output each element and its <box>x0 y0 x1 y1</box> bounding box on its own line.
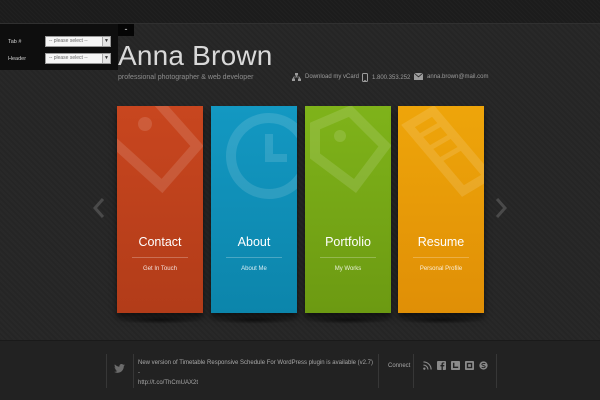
rss-icon[interactable] <box>423 361 432 370</box>
tab-select-value: -- please select -- <box>49 38 88 44</box>
phone-number: 1.800.353.252 <box>372 74 411 81</box>
footer-divider <box>133 354 134 388</box>
linkedin-icon[interactable] <box>465 361 474 370</box>
card-divider <box>132 257 188 258</box>
panel-toggle-button[interactable]: - <box>118 24 134 36</box>
connect-label: Connect <box>388 363 411 369</box>
tweet-text: New version of Timetable Responsive Sche… <box>138 360 373 376</box>
card-shadow <box>211 316 297 324</box>
footer-divider <box>496 354 497 388</box>
envelope-icon <box>414 73 423 80</box>
site-title: Anna Brown <box>118 40 273 71</box>
email-link[interactable]: anna.brown@mail.com <box>414 73 488 80</box>
vcard-label: Download my vCard <box>305 74 360 80</box>
card-divider <box>320 257 376 258</box>
footer-divider <box>413 354 414 388</box>
chevron-down-icon: ▼ <box>102 37 110 46</box>
chevron-left-icon[interactable] <box>93 198 105 218</box>
sitemap-icon <box>292 73 301 81</box>
facebook-icon[interactable] <box>437 361 446 370</box>
card-subtitle: Get In Touch <box>143 266 177 272</box>
card-title: Contact <box>138 235 182 249</box>
header-select-label: Header <box>8 55 27 62</box>
header-select-value: -- please select -- <box>49 55 88 61</box>
header-select-row: Header -- please select -- ▼ <box>8 53 112 64</box>
resume-card[interactable]: Resume Personal Profile <box>398 106 484 313</box>
vcard-link[interactable]: Download my vCard <box>292 73 359 81</box>
settings-panel: Tab # -- please select -- ▼ Header -- pl… <box>0 24 118 70</box>
card-title: Resume <box>417 235 465 249</box>
tag-icon <box>310 106 391 193</box>
skype-icon[interactable] <box>479 361 488 370</box>
phone-info: 1.800.353.252 <box>362 73 410 82</box>
tweet-link[interactable]: http://t.co/ThCmUAX2t <box>138 380 198 386</box>
header-select[interactable]: -- please select -- ▼ <box>45 53 111 64</box>
top-bar <box>0 0 600 24</box>
card-subtitle: Personal Profile <box>419 266 463 272</box>
card-shadow <box>398 316 484 324</box>
card-title: About <box>237 235 271 249</box>
tag-icon <box>117 106 203 194</box>
card-subtitle: My Works <box>334 266 362 272</box>
tab-select-row: Tab # -- please select -- ▼ <box>8 36 112 47</box>
about-card[interactable]: About About Me <box>211 106 297 313</box>
chevron-down-icon: ▼ <box>102 54 110 63</box>
contact-card[interactable]: Contact Get In Touch <box>117 106 203 313</box>
card-shadow <box>117 316 203 324</box>
portfolio-card[interactable]: Portfolio My Works <box>305 106 391 313</box>
tab-select-label: Tab # <box>8 38 22 45</box>
twitter-icon[interactable] <box>451 361 460 370</box>
footer-divider <box>378 354 379 388</box>
phone-icon <box>362 73 368 82</box>
latest-tweet: New version of Timetable Responsive Sche… <box>138 358 374 388</box>
card-divider <box>413 257 469 258</box>
chevron-right-icon[interactable] <box>495 198 507 218</box>
card-subtitle: About Me <box>241 266 267 272</box>
twitter-icon <box>114 364 125 373</box>
tab-select[interactable]: -- please select -- ▼ <box>45 36 111 47</box>
card-divider <box>226 257 282 258</box>
footer-divider <box>106 354 107 388</box>
clock-icon <box>226 113 297 199</box>
card-shadow <box>305 316 391 324</box>
tagline: professional photographer & web develope… <box>118 74 254 81</box>
email-address: anna.brown@mail.com <box>427 73 489 80</box>
pencil-icon <box>401 106 484 197</box>
card-title: Portfolio <box>325 235 371 249</box>
